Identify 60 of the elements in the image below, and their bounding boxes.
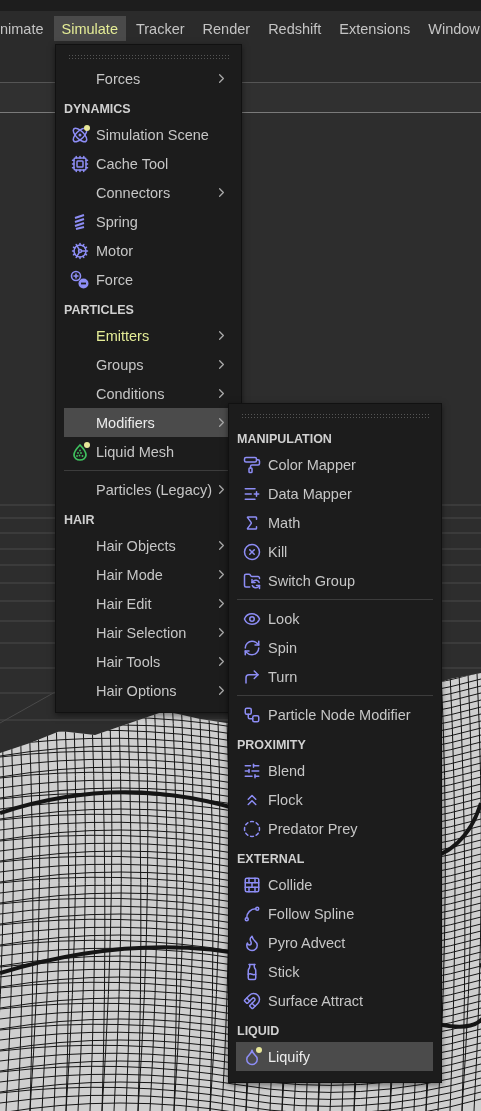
menu-item[interactable]: Hair Edit bbox=[64, 589, 231, 618]
menu-item[interactable]: Surface Attract bbox=[236, 986, 433, 1015]
menu-item[interactable]: Groups bbox=[64, 350, 231, 379]
plus-minus-icon bbox=[70, 269, 90, 290]
section-heading: EXTERNAL bbox=[236, 851, 306, 868]
liquid-mesh-icon bbox=[70, 441, 90, 462]
menu-item[interactable]: Cache Tool bbox=[64, 149, 231, 178]
menu-bar-item[interactable]: Simulate bbox=[53, 16, 126, 41]
section-heading: PARTICLES bbox=[63, 302, 135, 319]
menu-item[interactable]: Math bbox=[236, 508, 433, 537]
section-heading: HAIR bbox=[63, 512, 96, 529]
menu-item[interactable]: Color Mapper bbox=[236, 450, 433, 479]
chip-icon bbox=[70, 153, 90, 174]
menu-item[interactable]: Blend bbox=[236, 756, 433, 785]
menu-item[interactable]: Modifiers bbox=[64, 408, 231, 437]
dashed-circle-icon bbox=[242, 818, 262, 839]
close-circle-icon bbox=[242, 541, 262, 562]
paint-roller-icon bbox=[242, 454, 262, 475]
menu-item[interactable]: Flock bbox=[236, 785, 433, 814]
menu-item[interactable]: Liquify bbox=[236, 1042, 433, 1071]
menu-item[interactable]: Pyro Advect bbox=[236, 928, 433, 957]
menu-item[interactable]: Force bbox=[64, 265, 231, 294]
menu-bar-item[interactable]: Render bbox=[194, 16, 259, 41]
menu-item[interactable]: Hair Selection bbox=[64, 618, 231, 647]
menu-item[interactable]: Stick bbox=[236, 957, 433, 986]
atom-icon bbox=[70, 124, 90, 145]
menu-item[interactable]: Emitters bbox=[64, 321, 231, 350]
menu-item[interactable]: Particles (Legacy) bbox=[64, 475, 231, 504]
menu-bar-item[interactable]: Redshift bbox=[260, 16, 330, 41]
magnet-icon bbox=[242, 990, 262, 1011]
menu-item[interactable]: Kill bbox=[236, 537, 433, 566]
section-heading: DYNAMICS bbox=[63, 101, 132, 118]
menu-item[interactable]: Hair Tools bbox=[64, 647, 231, 676]
menu-item[interactable]: Connectors bbox=[64, 178, 231, 207]
menu-item[interactable]: Motor bbox=[64, 236, 231, 265]
menu-item[interactable]: Conditions bbox=[64, 379, 231, 408]
menu-item[interactable]: Turn bbox=[236, 662, 433, 691]
gear-icon bbox=[70, 240, 90, 261]
menu-item[interactable]: Data Mapper bbox=[236, 479, 433, 508]
menu-item[interactable]: Spin bbox=[236, 633, 433, 662]
menu-item[interactable]: Predator Prey bbox=[236, 814, 433, 843]
menu-item[interactable]: Look bbox=[236, 604, 433, 633]
section-heading: PROXIMITY bbox=[236, 737, 307, 754]
menu-bar-item[interactable]: nimate bbox=[0, 16, 52, 41]
menu-item[interactable]: Hair Options bbox=[64, 676, 231, 705]
menu-item[interactable]: Switch Group bbox=[236, 566, 433, 595]
menu-item[interactable]: Simulation Scene bbox=[64, 120, 231, 149]
menu-bar-item[interactable]: Tracker bbox=[127, 16, 193, 41]
menu-item[interactable]: Hair Mode bbox=[64, 560, 231, 589]
menu-bar-item[interactable]: Window bbox=[420, 16, 481, 41]
menu-item[interactable]: Spring bbox=[64, 207, 231, 236]
menu-item[interactable]: Forces bbox=[64, 64, 231, 93]
menu-item[interactable]: Follow Spline bbox=[236, 899, 433, 928]
section-heading: MANIPULATION bbox=[236, 431, 333, 448]
menu-item[interactable]: Particle Node Modifier bbox=[236, 700, 433, 729]
menu-item[interactable]: Liquid Mesh bbox=[64, 437, 231, 466]
menu-bar-item[interactable]: Extensions bbox=[331, 16, 419, 41]
section-heading: LIQUID bbox=[236, 1023, 281, 1040]
menu-item[interactable]: Hair Objects bbox=[64, 531, 231, 560]
menu-item[interactable]: Collide bbox=[236, 870, 433, 899]
